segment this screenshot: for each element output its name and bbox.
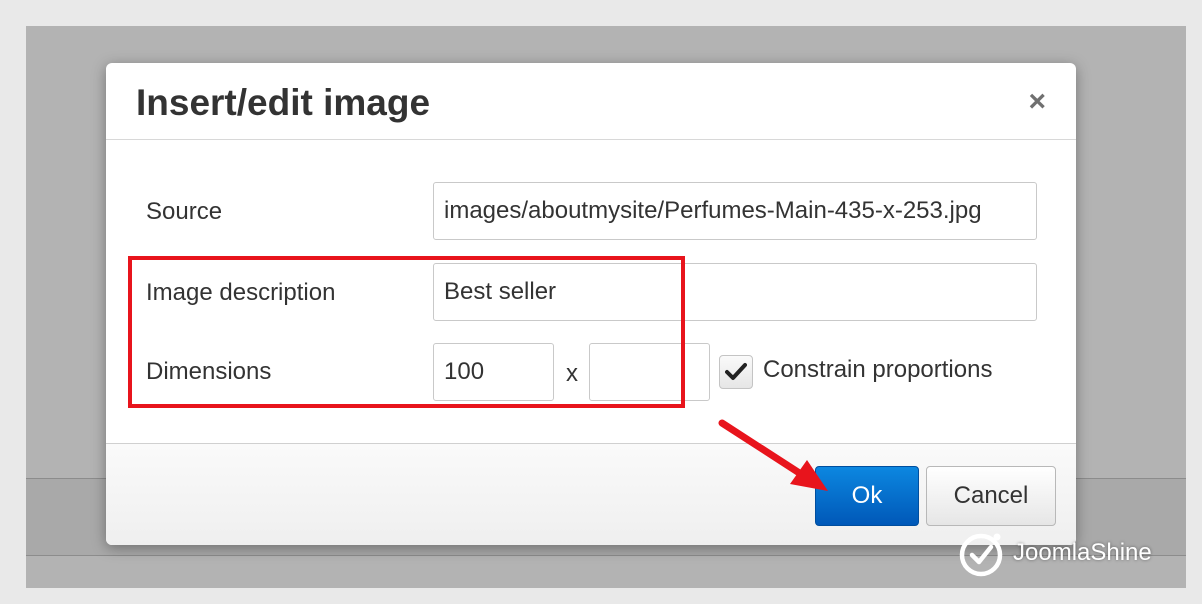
highlight-rectangle [128, 256, 685, 408]
source-label: Source [146, 198, 223, 225]
watermark-brand-text: JoomlaShine [1013, 539, 1152, 566]
checkmark-icon [725, 363, 747, 380]
constrain-proportions-checkbox[interactable] [719, 355, 753, 389]
cancel-button[interactable]: Cancel [926, 466, 1056, 526]
source-input[interactable]: images/aboutmysite/Perfumes-Main-435-x-2… [433, 182, 1037, 240]
close-icon[interactable]: × [1028, 87, 1046, 117]
dialog-title: Insert/edit image [136, 82, 431, 123]
ok-button[interactable]: Ok [815, 466, 919, 526]
joomlashine-logo-icon [959, 533, 1003, 577]
constrain-proportions-label: Constrain proportions [763, 356, 993, 383]
dialog-header: Insert/edit image × [106, 63, 1076, 140]
dialog-footer: Ok Cancel [106, 443, 1076, 545]
